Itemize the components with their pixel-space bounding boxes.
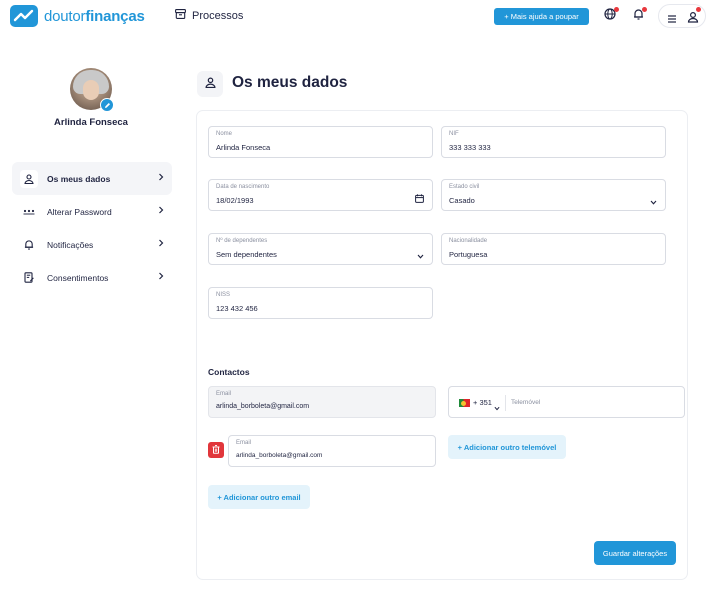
menu-icon bbox=[667, 11, 677, 29]
box-icon bbox=[175, 9, 186, 22]
chevron-right-icon bbox=[158, 239, 164, 249]
save-button[interactable]: Guardar alterações bbox=[594, 541, 676, 565]
top-header: doutorfinanças Processos + Mais ajuda a … bbox=[0, 0, 712, 34]
sidebar-item-label: Consentimentos bbox=[47, 272, 109, 283]
sidebar-item-label: Alterar Password bbox=[47, 206, 112, 217]
sidebar-item-os-meus-dados[interactable]: Os meus dados bbox=[12, 162, 172, 195]
email-secondary-field[interactable]: Email arlinda_borboleta@gmail.com bbox=[228, 435, 436, 467]
add-email-button[interactable]: + Adicionar outro email bbox=[208, 485, 310, 509]
notification-dot bbox=[696, 7, 701, 12]
document-edit-icon bbox=[20, 269, 38, 287]
niss-value: 123 432 456 bbox=[216, 304, 258, 313]
sidebar-item-label: Notificações bbox=[47, 239, 94, 250]
mais-ajuda-button[interactable]: + Mais ajuda a poupar bbox=[494, 8, 589, 25]
password-dots-icon bbox=[20, 203, 38, 221]
add-phone-button[interactable]: + Adicionar outro telemóvel bbox=[448, 435, 566, 459]
bell-icon bbox=[20, 236, 38, 254]
chevron-down-icon bbox=[650, 192, 657, 210]
data-nascimento-value: 18/02/1993 bbox=[216, 196, 254, 205]
email-primary-field[interactable]: Email arlinda_borboleta@gmail.com bbox=[208, 386, 436, 418]
nacionalidade-field[interactable]: Nacionalidade Portuguesa bbox=[441, 233, 666, 265]
sidebar-item-notificacoes[interactable]: Notificações bbox=[12, 228, 172, 261]
email-value: arlinda_borboleta@gmail.com bbox=[216, 403, 310, 410]
divider bbox=[505, 395, 506, 411]
estado-civil-label: Estado civil bbox=[449, 184, 480, 190]
data-nascimento-label: Data de nascimento bbox=[216, 184, 270, 190]
contactos-title: Contactos bbox=[208, 367, 250, 377]
calendar-icon[interactable] bbox=[415, 190, 424, 208]
profile-name: Arlinda Fonseca bbox=[54, 117, 128, 128]
country-code-select[interactable]: + 351 bbox=[473, 398, 492, 407]
niss-field[interactable]: NISS 123 432 456 bbox=[208, 287, 433, 319]
user-menu[interactable] bbox=[658, 4, 706, 28]
brand-logo[interactable]: doutorfinanças bbox=[10, 5, 145, 27]
logo-mark-icon bbox=[10, 5, 38, 27]
email-label: Email bbox=[216, 391, 232, 397]
estado-civil-select[interactable]: Estado civil Casado bbox=[441, 179, 666, 211]
portugal-flag-icon bbox=[459, 399, 470, 407]
email-value: arlinda_borboleta@gmail.com bbox=[236, 452, 323, 459]
chevron-down-icon bbox=[494, 398, 500, 416]
dependentes-value: Sem dependentes bbox=[216, 250, 277, 259]
user-icon bbox=[20, 169, 38, 188]
dependentes-label: Nº de dependentes bbox=[216, 238, 268, 244]
avatar[interactable] bbox=[70, 68, 114, 112]
nif-field[interactable]: NIF 333 333 333 bbox=[441, 126, 666, 158]
page-title: Os meus dados bbox=[232, 74, 348, 91]
nome-value: Arlinda Fonseca bbox=[216, 143, 271, 152]
nome-field[interactable]: Nome Arlinda Fonseca bbox=[208, 126, 433, 158]
sidebar-item-alterar-password[interactable]: Alterar Password bbox=[12, 195, 172, 228]
nacionalidade-label: Nacionalidade bbox=[449, 238, 488, 244]
nome-label: Nome bbox=[216, 131, 233, 137]
sidebar-item-label: Os meus dados bbox=[47, 173, 111, 184]
email-label: Email bbox=[236, 440, 252, 446]
delete-email-button[interactable] bbox=[208, 442, 224, 458]
telemovel-input[interactable]: Telemóvel bbox=[511, 399, 540, 406]
edit-avatar-icon[interactable] bbox=[100, 98, 114, 112]
user-icon bbox=[204, 75, 216, 93]
phone-field[interactable]: + 351 Telemóvel bbox=[448, 386, 685, 418]
notifications-button[interactable] bbox=[630, 7, 647, 24]
chevron-right-icon bbox=[158, 272, 164, 282]
nif-value: 333 333 333 bbox=[449, 143, 491, 152]
chevron-right-icon bbox=[158, 206, 164, 216]
dependentes-select[interactable]: Nº de dependentes Sem dependentes bbox=[208, 233, 433, 265]
trash-icon bbox=[212, 441, 220, 459]
user-icon bbox=[687, 10, 699, 28]
page-title-icon bbox=[197, 71, 223, 97]
estado-civil-value: Casado bbox=[449, 196, 475, 205]
nacionalidade-value: Portuguesa bbox=[449, 250, 488, 259]
niss-label: NISS bbox=[216, 292, 231, 298]
data-nascimento-field[interactable]: Data de nascimento 18/02/1993 bbox=[208, 179, 433, 211]
language-button[interactable] bbox=[602, 7, 619, 24]
chevron-right-icon bbox=[158, 173, 164, 183]
nav-processos-label: Processos bbox=[192, 9, 244, 22]
notification-dot bbox=[642, 7, 647, 12]
nav-processos[interactable]: Processos bbox=[175, 9, 243, 22]
sidebar-item-consentimentos[interactable]: Consentimentos bbox=[12, 261, 172, 294]
nif-label: NIF bbox=[449, 131, 459, 137]
brand-name: doutorfinanças bbox=[44, 7, 145, 25]
notification-dot bbox=[614, 7, 619, 12]
sidebar-menu: Os meus dados Alterar Password Notificaç… bbox=[12, 162, 172, 294]
chevron-down-icon bbox=[417, 246, 424, 264]
